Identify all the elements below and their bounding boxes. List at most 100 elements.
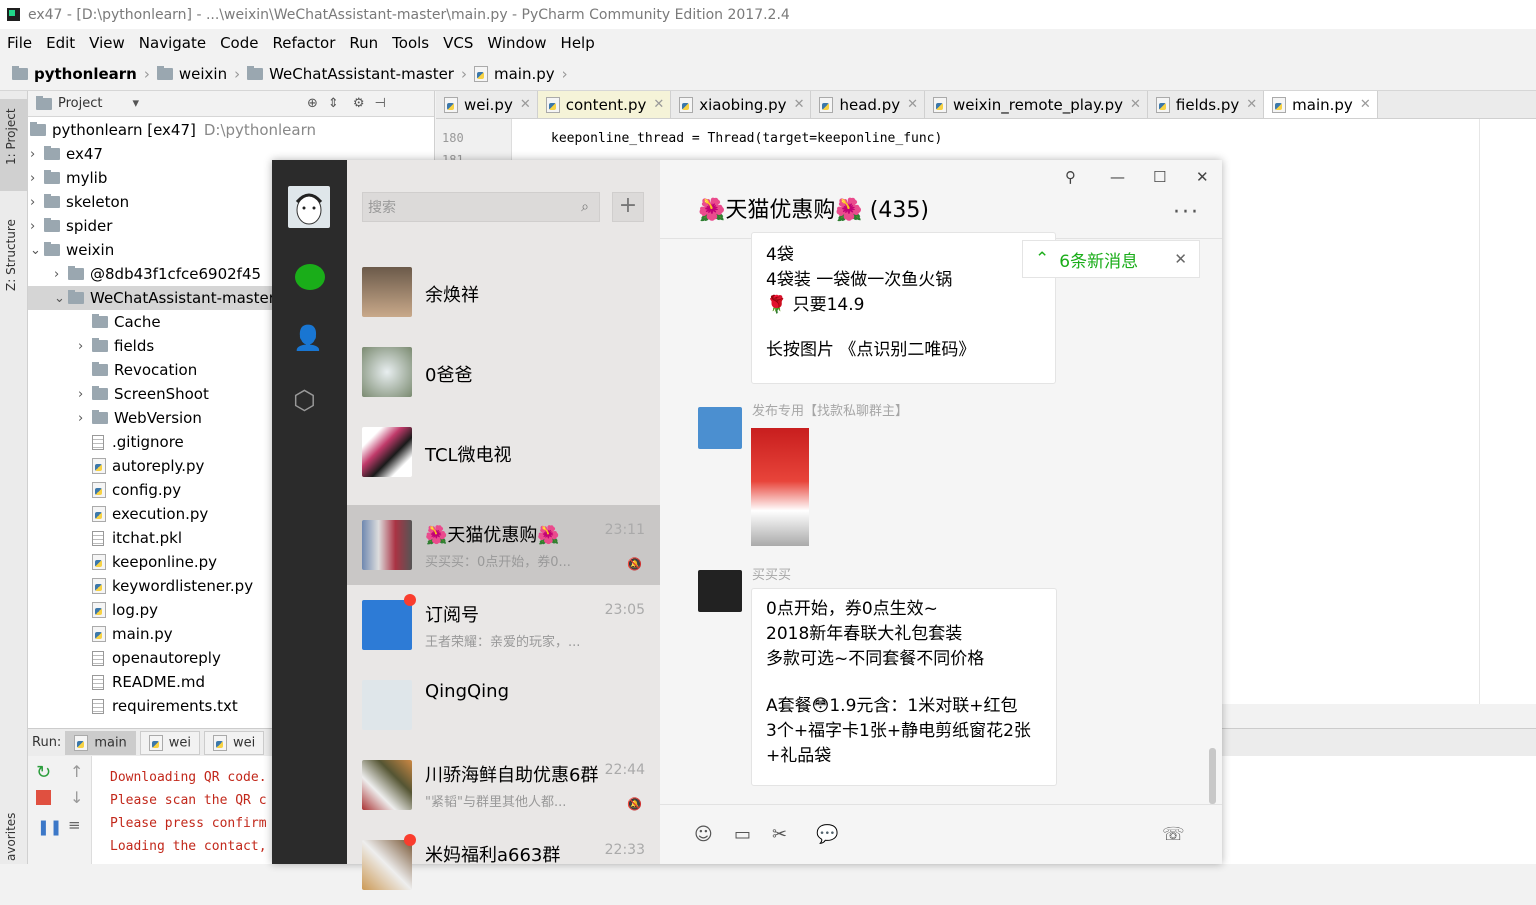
run-tab-main[interactable]: main	[65, 730, 136, 755]
tab-head[interactable]: head.py ✕	[811, 91, 926, 118]
tree-item[interactable]: › ScreenShoot	[78, 382, 209, 406]
tree-item[interactable]: Cache	[78, 310, 161, 334]
expand-arrow-icon[interactable]: ›	[30, 195, 44, 210]
breadcrumb-item[interactable]: pythonlearn	[34, 65, 137, 83]
new-messages-banner[interactable]: ⌃ 6条新消息 ✕	[1022, 240, 1200, 278]
target-icon[interactable]: ⊕	[307, 96, 318, 111]
menu-help[interactable]: Help	[554, 34, 602, 52]
tree-item[interactable]: keeponline.py	[78, 550, 217, 574]
tree-item[interactable]: pythonlearn [ex47] D:\pythonlearn	[30, 118, 316, 142]
gear-icon[interactable]: ⚙	[353, 96, 365, 111]
contacts-icon[interactable]: 👤	[293, 324, 323, 352]
menu-code[interactable]: Code	[213, 34, 265, 52]
tab-fields[interactable]: fields.py ✕	[1148, 91, 1265, 118]
tree-item[interactable]: config.py	[78, 478, 181, 502]
chat-item[interactable]: 0爸爸	[347, 332, 660, 412]
expand-arrow-icon[interactable]: ›	[30, 219, 44, 234]
tree-item[interactable]: › spider	[30, 214, 112, 238]
scrollbar[interactable]	[1209, 748, 1216, 804]
tree-item[interactable]: openautoreply	[78, 646, 221, 670]
tree-item[interactable]: ⌄ weixin	[30, 238, 114, 262]
video-call-icon[interactable]: ☏	[1162, 824, 1185, 845]
menu-file[interactable]: File	[0, 34, 39, 52]
run-tab-wei-2[interactable]: wei	[204, 730, 265, 755]
chat-bubble-icon[interactable]: 💬	[816, 824, 838, 845]
tab-xiaobing[interactable]: xiaobing.py ✕	[671, 91, 812, 118]
tree-item[interactable]: autoreply.py	[78, 454, 204, 478]
menu-vcs[interactable]: VCS	[436, 34, 480, 52]
chat-icon[interactable]	[295, 264, 325, 290]
pin-icon[interactable]: ⚲	[1065, 168, 1076, 186]
tree-item[interactable]: itchat.pkl	[78, 526, 182, 550]
menu-navigate[interactable]: Navigate	[132, 34, 213, 52]
avatar[interactable]	[288, 186, 330, 228]
expand-arrow-icon[interactable]: ›	[78, 387, 92, 402]
close-icon[interactable]: ✕	[1174, 250, 1187, 268]
chat-item[interactable]: 余焕祥	[347, 252, 660, 332]
expand-arrow-icon[interactable]: ›	[78, 339, 92, 354]
tree-item[interactable]: › mylib	[30, 166, 107, 190]
tree-item[interactable]: main.py	[78, 622, 173, 646]
favorites-box-icon[interactable]: ⬡	[293, 386, 316, 416]
expand-arrow-icon[interactable]: ›	[54, 267, 68, 282]
tree-item[interactable]: keywordlistener.py	[78, 574, 253, 598]
close-icon[interactable]: ✕	[794, 97, 805, 112]
tree-item[interactable]: › fields	[78, 334, 154, 358]
close-icon[interactable]: ✕	[1196, 168, 1209, 186]
rerun-icon[interactable]: ↻	[36, 762, 51, 783]
chat-item-selected[interactable]: 🌺天猫优惠购🌺 23:11 买买买：0点开始，券0... 🔕	[347, 505, 660, 585]
close-icon[interactable]: ✕	[520, 97, 531, 112]
search-input[interactable]: 搜索 ⌕	[362, 192, 600, 222]
expand-arrow-icon[interactable]: ›	[30, 147, 44, 162]
menu-edit[interactable]: Edit	[39, 34, 82, 52]
expand-arrow-icon[interactable]: ⌄	[30, 243, 44, 258]
tree-item[interactable]: README.md	[78, 670, 205, 694]
console-output[interactable]: Downloading QR code. Please scan the QR c…	[110, 766, 267, 858]
tree-item[interactable]: › ex47	[30, 142, 103, 166]
add-button[interactable]: +	[612, 192, 644, 222]
soft-wrap-icon[interactable]: ≡	[68, 816, 81, 834]
folder-icon[interactable]: ▭	[734, 824, 751, 845]
tree-item[interactable]: Revocation	[78, 358, 197, 382]
close-icon[interactable]: ✕	[1130, 97, 1141, 112]
close-icon[interactable]: ✕	[907, 97, 918, 112]
close-icon[interactable]: ✕	[653, 97, 664, 112]
chat-item[interactable]: 订阅号 23:05 王者荣耀：亲爱的玩家，...	[347, 585, 660, 665]
breadcrumb-item[interactable]: WeChatAssistant-master	[269, 65, 454, 83]
menu-window[interactable]: Window	[480, 34, 553, 52]
run-tab-wei[interactable]: wei	[139, 730, 201, 755]
minimize-icon[interactable]: —	[1110, 168, 1125, 186]
tree-item[interactable]: ⌄ WeChatAssistant-master	[54, 286, 275, 310]
message-image[interactable]	[751, 428, 809, 546]
chat-item[interactable]: QingQing	[347, 665, 660, 745]
expand-arrow-icon[interactable]: ⌄	[54, 291, 68, 306]
menu-view[interactable]: View	[82, 34, 132, 52]
pause-icon[interactable]: ❚❚	[37, 818, 62, 836]
arrow-up-icon[interactable]: ↑	[70, 762, 83, 781]
expand-arrow-icon[interactable]: ›	[30, 171, 44, 186]
chat-item[interactable]: 米妈福利a663群 22:33	[347, 825, 660, 905]
code-line[interactable]: keeponline_thread = Thread(target=keepon…	[551, 131, 942, 146]
close-icon[interactable]: ✕	[1246, 97, 1257, 112]
tree-item[interactable]: › @8db43f1cfce6902f45	[54, 262, 261, 286]
project-panel-title[interactable]: Project	[58, 96, 102, 111]
scissors-icon[interactable]: ✂	[772, 824, 787, 845]
close-icon[interactable]: ✕	[1360, 97, 1371, 112]
tab-main[interactable]: main.py ✕	[1264, 91, 1378, 118]
tree-item[interactable]: execution.py	[78, 502, 208, 526]
avatar[interactable]	[698, 570, 742, 612]
menu-run[interactable]: Run	[342, 34, 385, 52]
arrow-down-icon[interactable]: ↓	[70, 788, 83, 807]
tab-wei[interactable]: wei.py ✕	[436, 91, 538, 118]
expand-arrow-icon[interactable]: ›	[78, 411, 92, 426]
chat-item[interactable]: TCL微电视	[347, 412, 660, 492]
tree-item[interactable]: .gitignore	[78, 430, 184, 454]
tree-item[interactable]: requirements.txt	[78, 694, 238, 718]
dropdown-icon[interactable]: ▾	[132, 96, 139, 111]
menu-refactor[interactable]: Refactor	[265, 34, 342, 52]
project-tab-label[interactable]: 1: Project	[4, 108, 18, 165]
tab-content[interactable]: content.py ✕	[537, 91, 672, 118]
tree-item[interactable]: › skeleton	[30, 190, 129, 214]
structure-tab-label[interactable]: Z: Structure	[4, 219, 18, 291]
tree-item[interactable]: log.py	[78, 598, 158, 622]
